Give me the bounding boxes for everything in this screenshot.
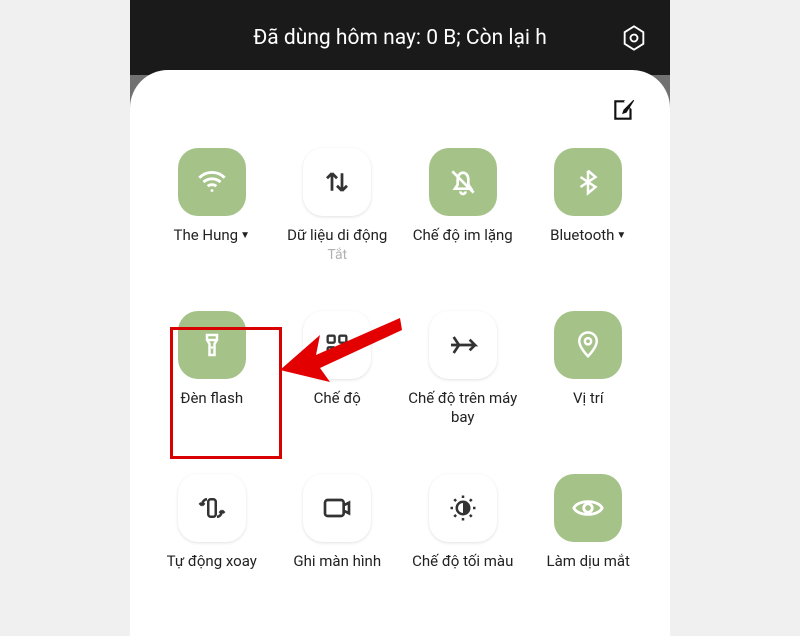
panel-header — [152, 90, 648, 136]
dark-mode-icon — [429, 474, 497, 542]
grid-mode-icon — [303, 311, 371, 379]
quick-settings-panel: The Hung▼ Dữ liệu di động Tắt — [130, 70, 670, 636]
status-bar: Đã dùng hôm nay: 0 B; Còn lại h — [130, 0, 670, 75]
eye-icon — [554, 474, 622, 542]
tile-label: Chế độ tối màu — [412, 552, 513, 571]
tile-label: Làm dịu mắt — [547, 552, 630, 571]
wifi-icon — [178, 148, 246, 216]
tile-label: Chế độ im lặng — [413, 226, 513, 245]
settings-hexagon-icon — [620, 24, 648, 52]
tile-auto-rotate[interactable]: Tự động xoay — [156, 474, 268, 571]
tile-label: Chế độ — [314, 389, 361, 408]
location-icon — [554, 311, 622, 379]
tile-silent-mode[interactable]: Chế độ im lặng — [407, 148, 519, 263]
tile-screen-record[interactable]: Ghi màn hình — [282, 474, 394, 571]
phone-screen: Đã dùng hôm nay: 0 B; Còn lại h Cử chỉ k… — [130, 0, 670, 636]
tile-location[interactable]: Vị trí — [533, 311, 645, 427]
tile-label: Chế độ trên máy bay — [408, 389, 518, 427]
quick-settings-grid: The Hung▼ Dữ liệu di động Tắt — [152, 136, 648, 571]
screen-record-icon — [303, 474, 371, 542]
tile-dark-mode[interactable]: Chế độ tối màu — [407, 474, 519, 571]
mobile-data-icon — [303, 148, 371, 216]
settings-button[interactable] — [616, 20, 652, 56]
tile-wifi[interactable]: The Hung▼ — [156, 148, 268, 263]
edit-icon — [611, 97, 637, 123]
tile-label: Tự động xoay — [167, 552, 257, 571]
tile-flashlight[interactable]: Đèn flash — [156, 311, 268, 427]
auto-rotate-icon — [178, 474, 246, 542]
bluetooth-icon — [554, 148, 622, 216]
tile-label: Đèn flash — [180, 389, 243, 408]
tile-eye-comfort[interactable]: Làm dịu mắt — [533, 474, 645, 571]
flashlight-icon — [178, 311, 246, 379]
airplane-icon — [429, 311, 497, 379]
tile-mobile-data[interactable]: Dữ liệu di động Tắt — [282, 148, 394, 263]
tile-sublabel: Tắt — [327, 247, 347, 263]
status-text: Đã dùng hôm nay: 0 B; Còn lại h — [253, 26, 547, 50]
bell-off-icon — [429, 148, 497, 216]
tile-label: Dữ liệu di động — [287, 226, 387, 245]
tile-label: Ghi màn hình — [293, 552, 381, 571]
edit-button[interactable] — [608, 94, 640, 126]
tile-airplane-mode[interactable]: Chế độ trên máy bay — [407, 311, 519, 427]
tile-bluetooth[interactable]: Bluetooth▼ — [533, 148, 645, 263]
tile-label: Bluetooth▼ — [550, 226, 626, 245]
tile-mode[interactable]: Chế độ — [282, 311, 394, 427]
tile-label: Vị trí — [573, 389, 604, 408]
tile-label: The Hung▼ — [174, 226, 250, 245]
